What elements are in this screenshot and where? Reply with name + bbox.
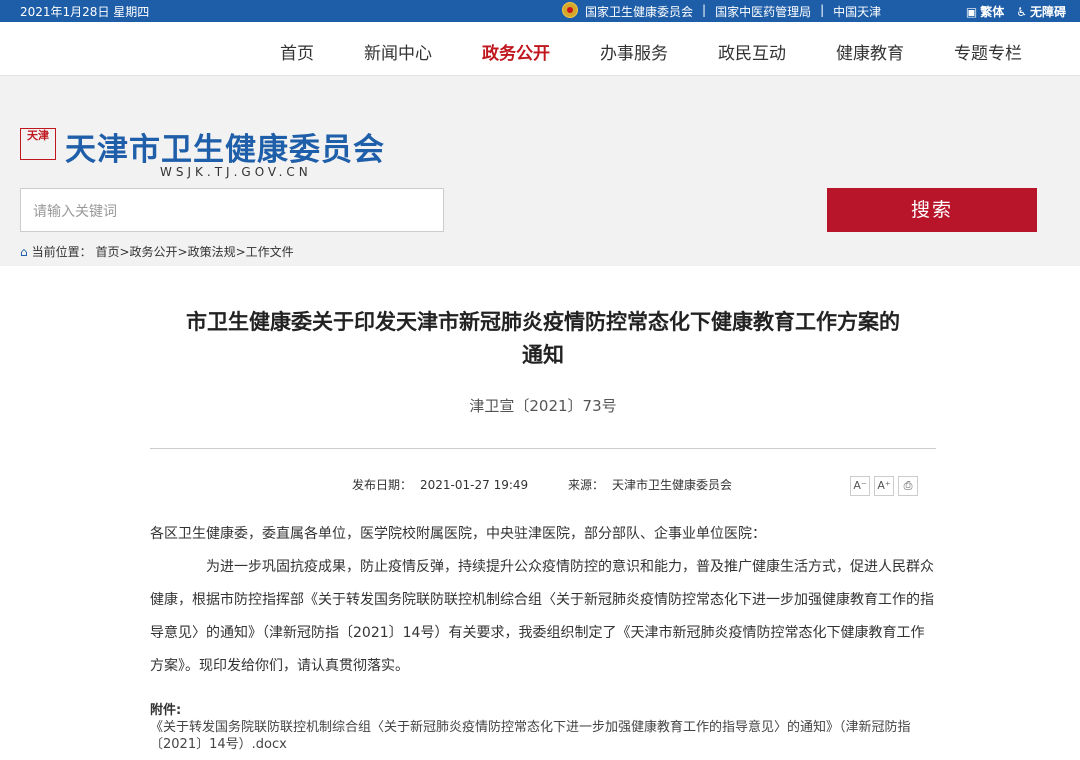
link-tianjin[interactable]: 中国天津 xyxy=(833,3,881,20)
nav-health-education[interactable]: 健康教育 xyxy=(836,39,904,64)
accessibility-button[interactable]: ♿ 无障碍 xyxy=(1016,3,1066,20)
accessibility-label: 无障碍 xyxy=(1029,5,1066,19)
nav-government-affairs[interactable]: 政务公开 xyxy=(482,39,550,64)
article-body: 各区卫生健康委，委直属各单位，医学院校附属医院，中央驻津医院，部分部队、企事业单… xyxy=(150,518,936,683)
nav-news[interactable]: 新闻中心 xyxy=(364,39,432,64)
search-button[interactable]: 搜索 xyxy=(827,188,1037,232)
nav-special-topics[interactable]: 专题专栏 xyxy=(954,39,1022,64)
header-banner: 天津 天津市卫生健康委员会 WSJK.TJ.GOV.CN 请输入关键词 搜索 ⌂… xyxy=(0,76,1080,266)
breadcrumb: ⌂ 当前位置： 首页>政务公开>政策法规>工作文件 xyxy=(20,243,294,260)
top-right-tools: ▣ 繁体 ♿ 无障碍 xyxy=(966,3,1066,20)
publish-date: 2021-01-27 19:49 xyxy=(420,478,529,492)
site-title[interactable]: 天津市卫生健康委员会 xyxy=(65,124,385,169)
separator: | xyxy=(820,3,825,17)
wheelchair-icon: ♿ xyxy=(1016,5,1027,19)
document-number: 津卫宣〔2021〕73号 xyxy=(469,397,617,415)
nav-interaction[interactable]: 政民互动 xyxy=(718,39,786,64)
national-emblem-icon xyxy=(562,2,578,18)
source-value: 天津市卫生健康委员会 xyxy=(612,478,733,492)
separator: | xyxy=(702,3,707,17)
traditional-icon: ▣ xyxy=(965,5,978,19)
divider xyxy=(150,448,936,449)
link-tcm[interactable]: 国家中医药管理局 xyxy=(715,3,811,20)
attachment-label: 附件: xyxy=(150,703,182,718)
attachment-section: 附件: 《关于转发国务院联防联控机制综合组〈关于新冠肺炎疫情防控常态化下进一步加… xyxy=(150,702,936,753)
article-meta: 发布日期： 2021-01-27 19:49 来源： 天津市卫生健康委员会 xyxy=(352,476,768,493)
link-nhc[interactable]: 国家卫生健康委员会 xyxy=(585,3,693,20)
article-title-line1: 市卫生健康委关于印发天津市新冠肺炎疫情防控常态化下健康教育工作方案的 xyxy=(186,310,900,334)
article-title: 市卫生健康委关于印发天津市新冠肺炎疫情防控常态化下健康教育工作方案的 通知 xyxy=(150,306,936,372)
nav-services[interactable]: 办事服务 xyxy=(600,39,668,64)
nav-home[interactable]: 首页 xyxy=(280,39,314,64)
source-label: 来源： xyxy=(567,478,604,492)
print-icon[interactable]: ⎙ xyxy=(898,476,918,496)
main-nav: 首页 新闻中心 政务公开 办事服务 政民互动 健康教育 专题专栏 xyxy=(0,22,1080,76)
font-smaller-button[interactable]: A⁻ xyxy=(850,476,870,496)
breadcrumb-label: 当前位置： xyxy=(31,245,92,259)
article-tools: A⁻ A⁺ ⎙ xyxy=(850,476,918,496)
search-input[interactable]: 请输入关键词 xyxy=(20,188,444,232)
traditional-label: 繁体 xyxy=(980,5,1005,19)
body-paragraph: 为进一步巩固抗疫成果，防止疫情反弹，持续提升公众疫情防控的意识和能力，普及推广健… xyxy=(150,559,934,674)
font-larger-button[interactable]: A⁺ xyxy=(874,476,894,496)
current-date: 2021年1月28日 星期四 xyxy=(20,5,150,19)
home-icon: ⌂ xyxy=(20,245,28,259)
top-links: 国家卫生健康委员会 | 国家中医药管理局 | 中国天津 xyxy=(585,3,881,20)
publish-date-label: 发布日期： xyxy=(352,478,413,492)
greeting: 各区卫生健康委，委直属各单位，医学院校附属医院，中央驻津医院，部分部队、企事业单… xyxy=(150,526,766,542)
traditional-chinese-button[interactable]: ▣ 繁体 xyxy=(966,3,1004,20)
breadcrumb-path[interactable]: 首页>政务公开>政策法规>工作文件 xyxy=(95,245,293,259)
attachment-link[interactable]: 《关于转发国务院联防联控机制综合组〈关于新冠肺炎疫情防控常态化下进一步加强健康教… xyxy=(150,719,936,753)
article-title-line2: 通知 xyxy=(522,343,564,367)
top-bar: 2021年1月28日 星期四 国家卫生健康委员会 | 国家中医药管理局 | 中国… xyxy=(0,0,1080,22)
logo-seal-icon: 天津 xyxy=(20,128,56,160)
site-domain: WSJK.TJ.GOV.CN xyxy=(160,165,312,179)
